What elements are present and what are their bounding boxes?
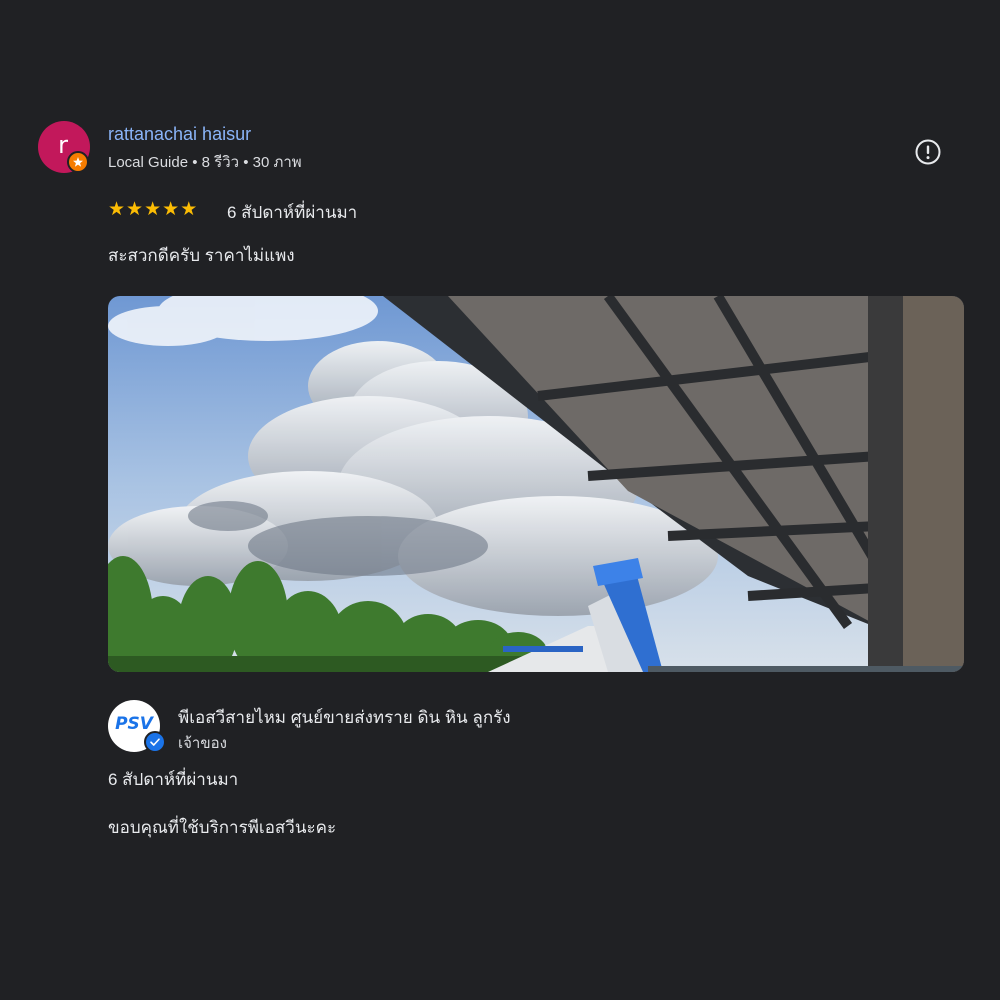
report-review-button[interactable] (912, 136, 944, 168)
owner-name: พีเอสวีสายไหม ศูนย์ขายส่งทราย ดิน หิน ลู… (178, 708, 511, 727)
review-date: 6 สัปดาห์ที่ผ่านมา (227, 203, 358, 222)
star-rating: ★ ★ ★ ★ ★ (108, 199, 197, 219)
review-card: r rattanachai haisur Local Guide • 8 รีว… (0, 0, 1000, 1000)
star-icon: ★ (162, 198, 180, 220)
star-icon: ★ (144, 198, 162, 220)
response-date: 6 สัปดาห์ที่ผ่านมา (108, 770, 239, 789)
reviewer-avatar-letter: r (58, 131, 68, 159)
reviewer-meta: Local Guide • 8 รีวิว • 30 ภาพ (108, 154, 302, 171)
review-text: สะสวกดีครับ ราคาไม่แพง (108, 246, 295, 265)
verified-check-icon (144, 731, 166, 753)
owner-avatar-text: PSV (115, 714, 153, 734)
star-icon: ★ (108, 198, 126, 220)
owner-label: เจ้าของ (178, 735, 227, 752)
reviewer-name-link[interactable]: rattanachai haisur (108, 124, 251, 145)
report-exclamation-icon (915, 139, 941, 165)
star-icon: ★ (126, 198, 144, 220)
local-guide-star-icon (67, 151, 89, 173)
review-photo[interactable] (108, 296, 964, 672)
star-icon: ★ (180, 198, 198, 220)
response-text: ขอบคุณที่ใช้บริการพีเอสวีนะคะ (108, 818, 337, 837)
